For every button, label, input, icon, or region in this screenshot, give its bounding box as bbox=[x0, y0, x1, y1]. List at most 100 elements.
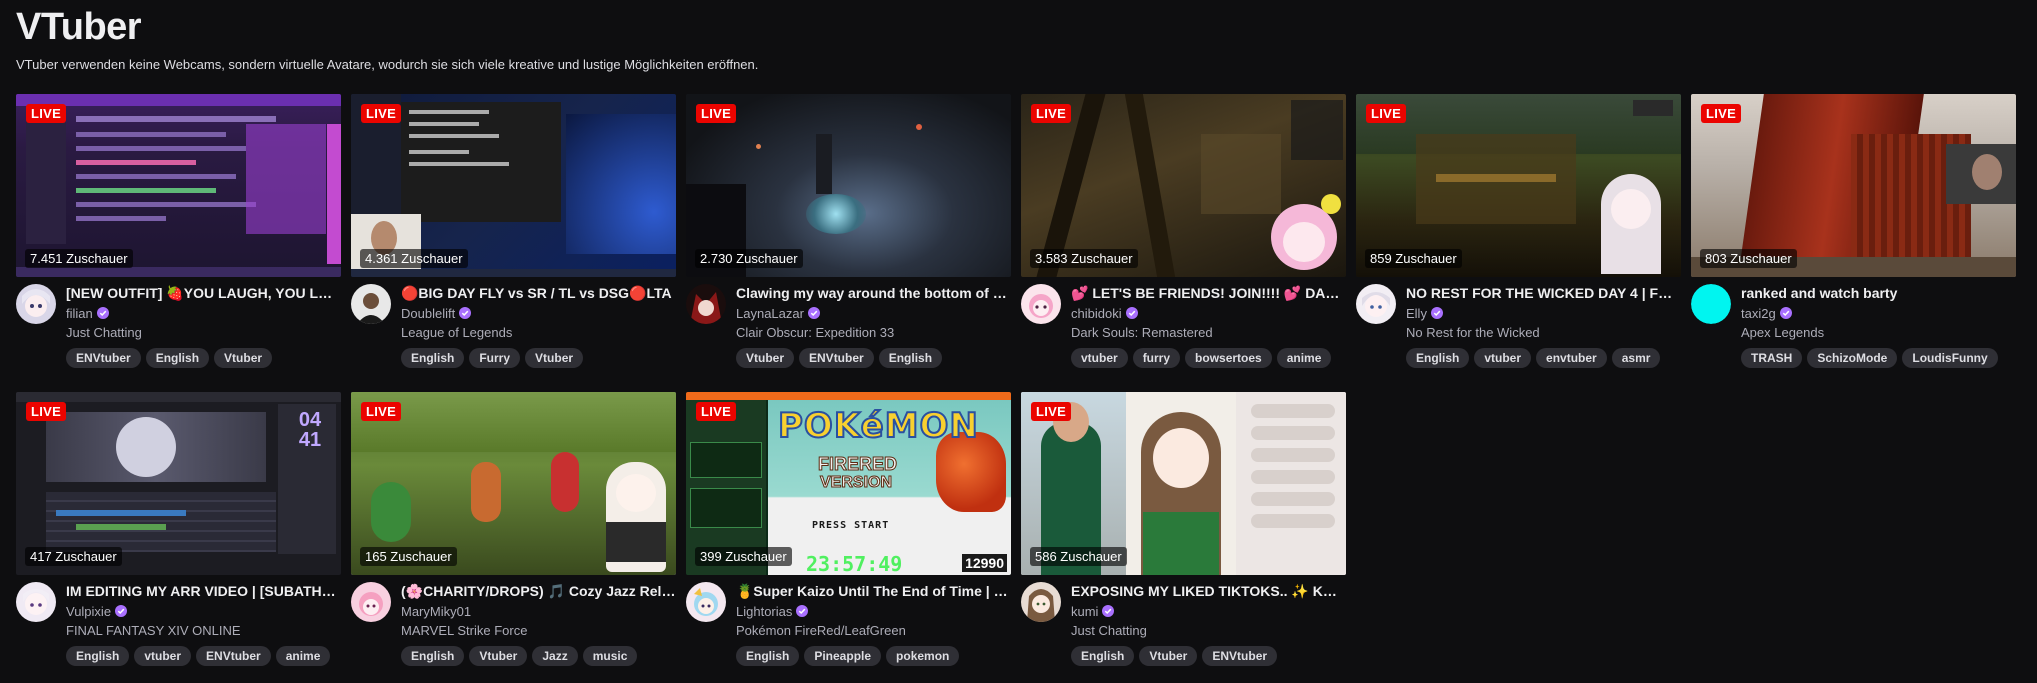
category-link[interactable]: Clair Obscur: Expedition 33 bbox=[736, 324, 1011, 342]
tag-pill[interactable]: English bbox=[145, 348, 210, 368]
category-link[interactable]: Apex Legends bbox=[1741, 324, 2016, 342]
tag-pill[interactable]: vtuber bbox=[1071, 348, 1128, 368]
tag-pill[interactable]: English bbox=[736, 646, 800, 666]
tag-pill[interactable]: English bbox=[878, 348, 943, 368]
category-link[interactable]: No Rest for the Wicked bbox=[1406, 324, 1681, 342]
tag-pill[interactable]: SchizoMode bbox=[1807, 348, 1898, 368]
tag-pill[interactable]: envtuber bbox=[1536, 348, 1607, 368]
channel-avatar[interactable] bbox=[351, 284, 391, 324]
tag-pill[interactable]: ENVtuber bbox=[1202, 646, 1278, 666]
stream-thumbnail[interactable]: LIVE 7.451 Zuschauer bbox=[16, 94, 341, 277]
tag-pill[interactable]: anime bbox=[275, 646, 331, 666]
stream-title[interactable]: EXPOSING MY LIKED TIKTOKS.. ✨ KUMI bbox=[1071, 582, 1346, 600]
tag-pill[interactable]: ENVtuber bbox=[196, 646, 271, 666]
category-link[interactable]: Dark Souls: Remastered bbox=[1071, 324, 1346, 342]
tag-pill[interactable]: Jazz bbox=[532, 646, 578, 666]
channel-name[interactable]: taxi2g bbox=[1741, 306, 1776, 321]
channel-name[interactable]: LaynaLazar bbox=[736, 306, 804, 321]
category-link[interactable]: FINAL FANTASY XIV ONLINE bbox=[66, 622, 341, 640]
tag-pill[interactable]: ENVtuber bbox=[66, 348, 141, 368]
channel-avatar[interactable] bbox=[686, 582, 726, 622]
stream-title[interactable]: [NEW OUTFIT] 🍓YOU LAUGH, YOU LOSE WITH H… bbox=[66, 284, 341, 302]
channel-name[interactable]: Elly bbox=[1406, 306, 1427, 321]
tag-pill[interactable]: English bbox=[66, 646, 130, 666]
tag-pill[interactable]: English bbox=[401, 646, 465, 666]
tag-pill[interactable]: Vtuber bbox=[469, 646, 528, 666]
channel-avatar[interactable] bbox=[351, 582, 391, 622]
channel-name[interactable]: Lightorias bbox=[736, 604, 792, 619]
live-badge: LIVE bbox=[696, 104, 737, 123]
channel-name[interactable]: Doublelift bbox=[401, 306, 455, 321]
channel-avatar[interactable] bbox=[1021, 284, 1061, 324]
stream-title[interactable]: IM EDITING MY ARR VIDEO | [SUBATHON] !go… bbox=[66, 582, 341, 600]
tag-pill[interactable]: anime bbox=[1276, 348, 1332, 368]
tag-pill[interactable]: furry bbox=[1132, 348, 1181, 368]
stream-grid: LIVE 7.451 Zuschauer [NEW OUTFIT] 🍓YOU L… bbox=[16, 94, 2016, 672]
viewer-count: 3.583 Zuschauer bbox=[1030, 249, 1138, 268]
tag-pill[interactable]: Vtuber bbox=[1139, 646, 1198, 666]
tag-pill[interactable]: vtuber bbox=[134, 646, 192, 666]
verified-icon bbox=[115, 605, 128, 617]
stream-title[interactable]: 🍍Super Kaizo Until The End of Time | !ka… bbox=[736, 582, 1011, 600]
category-link[interactable]: Just Chatting bbox=[66, 324, 341, 342]
category-link[interactable]: MARVEL Strike Force bbox=[401, 622, 676, 640]
stream-thumbnail[interactable]: LIVE 2.730 Zuschauer bbox=[686, 94, 1011, 277]
stream-card: POKéMON FIRERED VERSION PRESS START 23:5… bbox=[686, 392, 1011, 672]
category-link[interactable]: Just Chatting bbox=[1071, 622, 1346, 640]
stream-card: LIVE 165 Zuschauer (🌸CHARITY/DROPS) 🎵 Co… bbox=[351, 392, 676, 672]
stream-title[interactable]: Clawing my way around the bottom of the … bbox=[736, 284, 1011, 302]
game-version: VERSION bbox=[819, 474, 893, 492]
live-badge: LIVE bbox=[1031, 104, 1072, 123]
tag-pill[interactable]: Vtuber bbox=[214, 348, 273, 368]
tag-pill[interactable]: music bbox=[582, 646, 638, 666]
stream-title[interactable]: 💕 LET'S BE FRIENDS! JOIN!!!! 💕 DARK SOUL… bbox=[1071, 284, 1346, 302]
tag-pill[interactable]: Vtuber bbox=[525, 348, 584, 368]
channel-name[interactable]: MaryMiky01 bbox=[401, 604, 471, 619]
page-title: VTuber bbox=[16, 6, 142, 48]
tag-pill[interactable]: English bbox=[1406, 348, 1470, 368]
tag-pill[interactable]: LoudisFunny bbox=[1902, 348, 1998, 368]
stream-thumbnail[interactable]: LIVE 165 Zuschauer bbox=[351, 392, 676, 575]
stream-title[interactable]: ranked and watch barty bbox=[1741, 284, 2016, 302]
live-badge: LIVE bbox=[26, 104, 67, 123]
channel-avatar[interactable] bbox=[1691, 284, 1731, 324]
channel-name[interactable]: chibidoki bbox=[1071, 306, 1122, 321]
channel-avatar[interactable] bbox=[16, 284, 56, 324]
tag-pill[interactable]: English bbox=[1071, 646, 1135, 666]
channel-name[interactable]: kumi bbox=[1071, 604, 1098, 619]
category-link[interactable]: League of Legends bbox=[401, 324, 676, 342]
channel-avatar[interactable] bbox=[686, 284, 726, 324]
viewer-count: 399 Zuschauer bbox=[695, 547, 792, 566]
stream-title[interactable]: 🔴BIG DAY FLY vs SR / TL vs DSG🔴LTA bbox=[401, 284, 676, 302]
tag-pill[interactable]: vtuber bbox=[1474, 348, 1532, 368]
stream-card: LIVE 7.451 Zuschauer [NEW OUTFIT] 🍓YOU L… bbox=[16, 94, 341, 374]
game-logo: POKéMON bbox=[777, 405, 979, 447]
stream-title[interactable]: NO REST FOR THE WICKED DAY 4 | FOLLOW ME bbox=[1406, 284, 1681, 302]
stream-title[interactable]: (🌸CHARITY/DROPS) 🎵 Cozy Jazz Relaxing bbox=[401, 582, 676, 600]
tag-pill[interactable]: ENVtuber bbox=[799, 348, 874, 368]
tag-pill[interactable]: bowsertoes bbox=[1185, 348, 1272, 368]
channel-name[interactable]: filian bbox=[66, 306, 93, 321]
stream-thumbnail[interactable]: LIVE 803 Zuschauer bbox=[1691, 94, 2016, 277]
channel-avatar[interactable] bbox=[1021, 582, 1061, 622]
tag-pill[interactable]: TRASH bbox=[1741, 348, 1803, 368]
tag-pill[interactable]: pokemon bbox=[886, 646, 960, 666]
channel-avatar[interactable] bbox=[16, 582, 56, 622]
channel-avatar[interactable] bbox=[1356, 284, 1396, 324]
stream-thumbnail[interactable]: LIVE 859 Zuschauer bbox=[1356, 94, 1681, 277]
stream-thumbnail[interactable]: LIVE 4.361 Zuschauer bbox=[351, 94, 676, 277]
channel-name[interactable]: Vulpixie bbox=[66, 604, 111, 619]
tag-pill[interactable]: Vtuber bbox=[736, 348, 795, 368]
verified-icon bbox=[96, 307, 109, 319]
tag-pill[interactable]: English bbox=[401, 348, 465, 368]
stream-thumbnail[interactable]: POKéMON FIRERED VERSION PRESS START 23:5… bbox=[686, 392, 1011, 575]
category-link[interactable]: Pokémon FireRed/LeafGreen bbox=[736, 622, 1011, 640]
tag-pill[interactable]: Furry bbox=[469, 348, 521, 368]
stream-thumbnail[interactable]: LIVE 3.583 Zuschauer bbox=[1021, 94, 1346, 277]
stream-thumbnail[interactable]: 04 41 LIVE 417 Zuschauer bbox=[16, 392, 341, 575]
stream-thumbnail[interactable]: LIVE 586 Zuschauer bbox=[1021, 392, 1346, 575]
game-subtitle: FIRERED bbox=[817, 454, 898, 475]
tag-pill[interactable]: Pineapple bbox=[804, 646, 882, 666]
viewer-count: 803 Zuschauer bbox=[1700, 249, 1797, 268]
tag-pill[interactable]: asmr bbox=[1611, 348, 1661, 368]
